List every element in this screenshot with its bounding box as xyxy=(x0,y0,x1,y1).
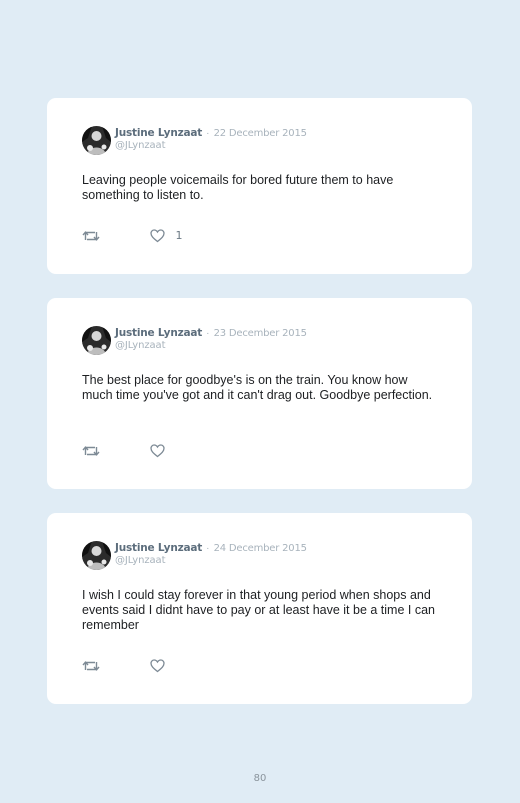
avatar-photo-icon xyxy=(82,541,111,570)
avatar[interactable] xyxy=(82,126,111,155)
retweet-button[interactable] xyxy=(82,229,100,245)
like-button[interactable] xyxy=(150,659,175,675)
header-separator: · xyxy=(206,128,210,139)
tweet-actions xyxy=(82,659,282,675)
avatar-photo-icon xyxy=(82,326,111,355)
heart-icon xyxy=(150,229,165,243)
heart-icon xyxy=(150,659,165,673)
like-button[interactable]: 1 xyxy=(150,229,182,245)
like-count: 1 xyxy=(175,229,183,242)
tweet-actions xyxy=(82,444,282,460)
avatar-photo-icon xyxy=(82,126,111,155)
retweet-button[interactable] xyxy=(82,659,100,675)
retweet-icon xyxy=(82,231,100,241)
heart-icon xyxy=(150,444,165,458)
tweet-date[interactable]: 24 December 2015 xyxy=(214,543,307,554)
author-handle[interactable]: @JLynzaat xyxy=(115,555,165,566)
tweet-card: Justine Lynzaat · 22 December 2015 @JLyn… xyxy=(47,98,472,274)
retweet-icon xyxy=(82,446,100,456)
avatar[interactable] xyxy=(82,541,111,570)
tweet-text: I wish I could stay forever in that youn… xyxy=(82,588,435,632)
tweet-text: Leaving people voicemails for bored futu… xyxy=(82,173,394,202)
tweet-actions: 1 xyxy=(82,229,282,245)
tweet-text: The best place for goodbye's is on the t… xyxy=(82,373,433,402)
avatar[interactable] xyxy=(82,326,111,355)
tweet-date[interactable]: 22 December 2015 xyxy=(214,128,307,139)
author-handle[interactable]: @JLynzaat xyxy=(115,340,165,351)
tweet-card: Justine Lynzaat · 23 December 2015 @JLyn… xyxy=(47,298,472,489)
author-name[interactable]: Justine Lynzaat xyxy=(115,127,202,139)
author-handle[interactable]: @JLynzaat xyxy=(115,140,165,151)
retweet-button[interactable] xyxy=(82,444,100,460)
tweet-date[interactable]: 23 December 2015 xyxy=(214,328,307,339)
author-name[interactable]: Justine Lynzaat xyxy=(115,542,202,554)
tweet-header: Justine Lynzaat · 23 December 2015 xyxy=(115,327,307,340)
tweet-card: Justine Lynzaat · 24 December 2015 @JLyn… xyxy=(47,513,472,704)
page-number: 80 xyxy=(253,773,267,784)
like-button[interactable] xyxy=(150,444,175,460)
header-separator: · xyxy=(206,328,210,339)
retweet-icon xyxy=(82,661,100,671)
author-name[interactable]: Justine Lynzaat xyxy=(115,327,202,339)
tweet-header: Justine Lynzaat · 22 December 2015 xyxy=(115,127,307,140)
header-separator: · xyxy=(206,543,210,554)
tweet-header: Justine Lynzaat · 24 December 2015 xyxy=(115,542,307,555)
